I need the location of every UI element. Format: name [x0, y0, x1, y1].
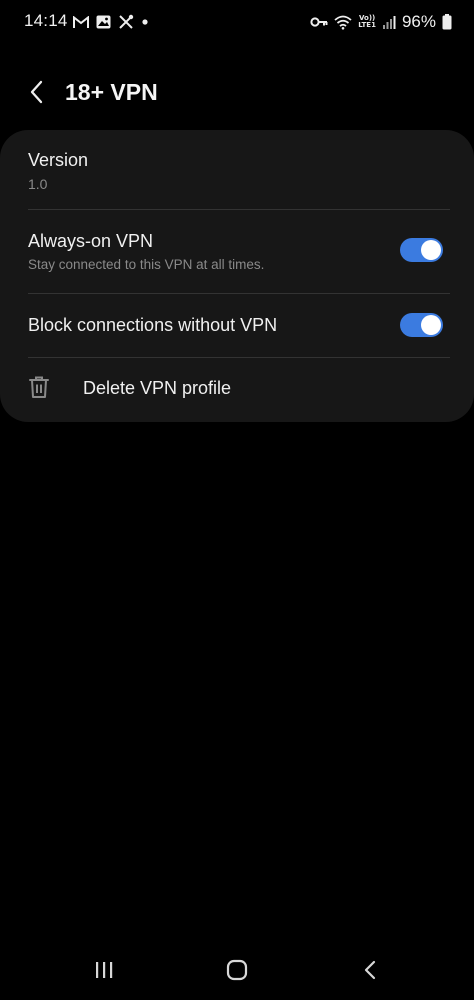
divider	[28, 357, 450, 358]
toggle-knob	[421, 315, 441, 335]
trash-icon	[28, 375, 50, 404]
gallery-icon	[96, 15, 111, 29]
battery-percent: 96%	[401, 12, 436, 31]
divider	[28, 209, 450, 210]
recents-icon	[94, 961, 114, 984]
delete-vpn-profile-row[interactable]: Delete VPN profile	[28, 368, 446, 408]
gmail-icon	[73, 15, 89, 29]
navigation-bar	[0, 944, 474, 1000]
vpn-settings-card: Version 1.0 Always-on VPN Stay connected…	[0, 130, 474, 422]
back-nav-icon	[363, 960, 377, 985]
wifi-icon	[334, 15, 352, 30]
version-title: Version	[28, 150, 89, 170]
status-left-icons	[73, 12, 149, 32]
home-button[interactable]	[215, 952, 259, 992]
page-title: 18+ VPN	[65, 79, 158, 105]
status-time: 14:14	[24, 11, 68, 30]
status-bar: 14:14 Vo)) LTE1 96%	[0, 0, 474, 44]
volte-bottom-label: LTE1	[358, 21, 376, 29]
recents-button[interactable]	[82, 952, 126, 992]
back-nav-button[interactable]	[348, 952, 392, 992]
battery-icon	[442, 14, 452, 30]
notification-dot-icon	[141, 18, 149, 26]
back-button[interactable]	[18, 76, 54, 112]
always-on-vpn-row[interactable]: Always-on VPN Stay connected to this VPN…	[28, 231, 446, 281]
divider	[28, 293, 450, 294]
block-connections-row[interactable]: Block connections without VPN	[28, 315, 446, 341]
status-right-icons: Vo)) LTE1 96%	[310, 11, 452, 33]
home-icon	[226, 959, 248, 986]
app-header: 18+ VPN	[0, 66, 474, 122]
always-on-vpn-toggle[interactable]	[400, 238, 443, 262]
always-on-vpn-subtitle: Stay connected to this VPN at all times.	[28, 257, 265, 272]
version-row: Version 1.0	[28, 150, 446, 192]
toggle-knob	[421, 240, 441, 260]
tools-icon	[118, 14, 134, 30]
chevron-left-icon	[29, 80, 43, 109]
always-on-vpn-title: Always-on VPN	[28, 231, 154, 251]
delete-vpn-profile-label: Delete VPN profile	[83, 378, 232, 398]
signal-icon	[382, 15, 396, 29]
vpn-key-icon	[310, 16, 328, 28]
volte-icon: Vo)) LTE1	[358, 15, 376, 29]
block-connections-title: Block connections without VPN	[28, 315, 278, 335]
block-connections-toggle[interactable]	[400, 313, 443, 337]
version-value: 1.0	[28, 176, 48, 192]
